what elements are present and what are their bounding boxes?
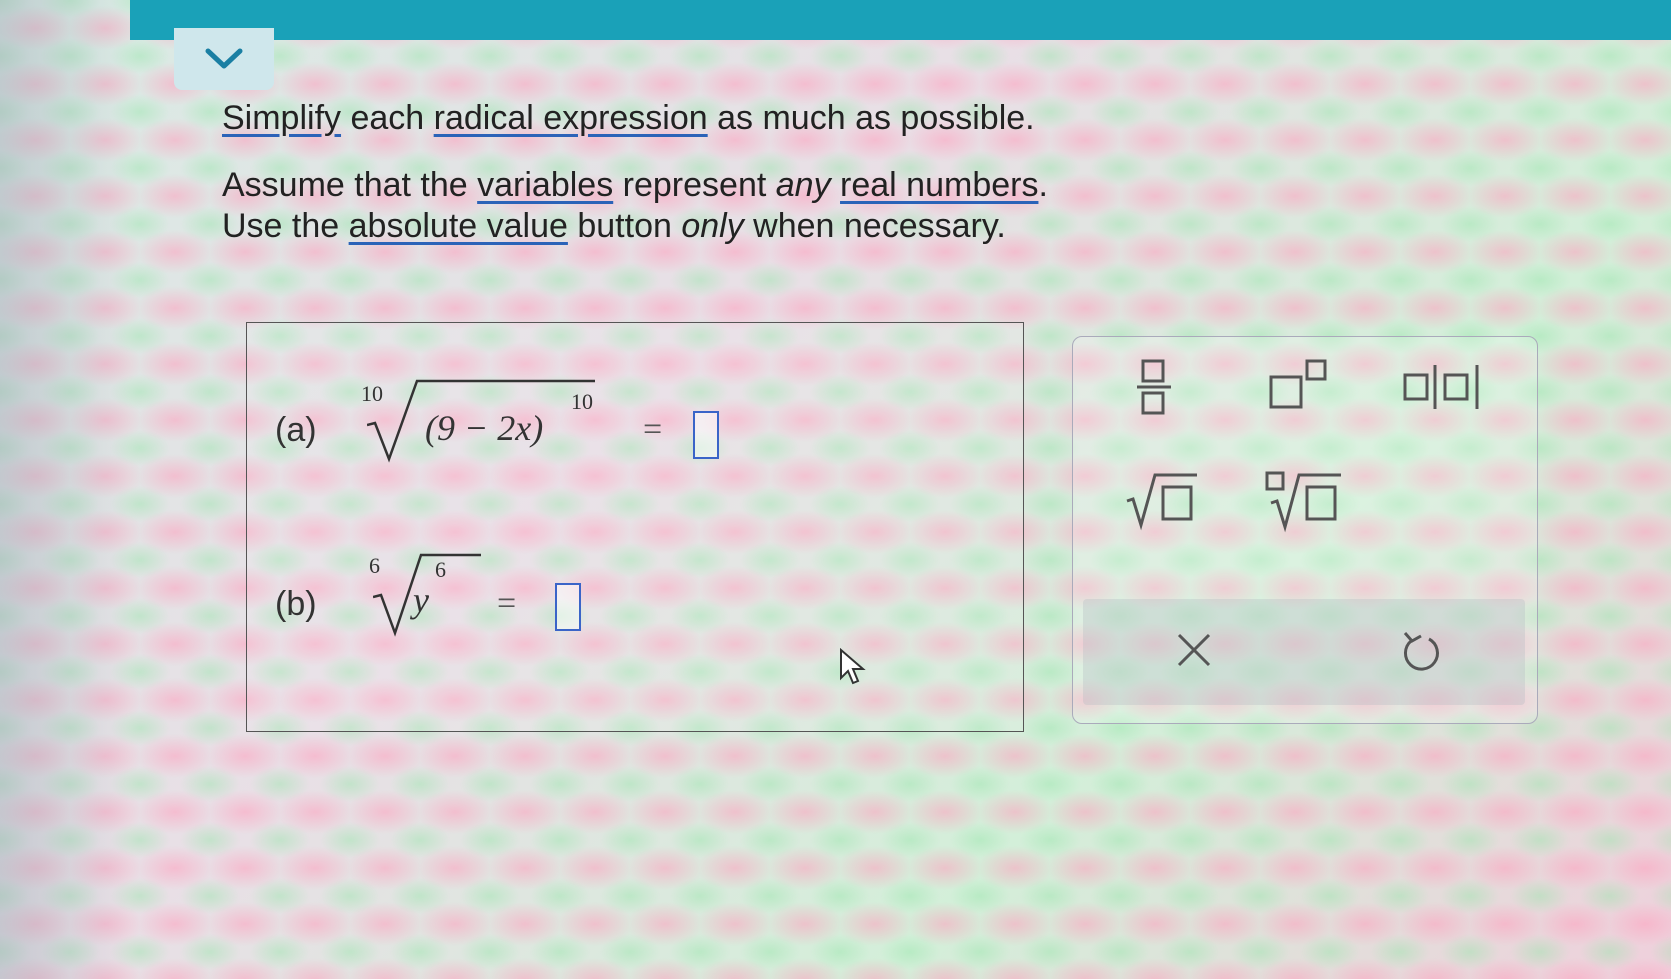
instructions: Simplify each radical expression as much… [222,98,1222,246]
instruction-line-2: Assume that the variables represent any … [222,165,1222,206]
glossary-link-radical-expression[interactable]: radical expression [434,99,708,137]
chevron-down-icon [205,48,243,69]
collapse-button[interactable] [174,28,274,90]
problem-b: (b) 6 y 6 = [275,533,675,643]
clear-icon [1177,633,1211,667]
problem-b-radicand: y [413,580,429,620]
answer-input-a[interactable] [693,411,719,459]
undo-button[interactable] [1395,623,1445,677]
instruction-text: when necessary. [743,206,1006,245]
glossary-link-variables[interactable]: variables [477,166,613,204]
glossary-link-absolute-value[interactable]: absolute value [349,207,568,245]
answer-input-b[interactable] [555,583,581,631]
absolute-value-icon [1403,365,1479,409]
nth-root-button[interactable] [1261,465,1347,535]
instruction-text: represent [613,165,776,204]
square-root-icon [1126,473,1197,531]
instruction-text: Assume that the [222,165,478,204]
glossary-link-simplify[interactable]: Simplify [222,99,341,137]
absolute-value-button[interactable] [1399,359,1499,415]
emphasis-only: only [681,206,744,245]
mouse-cursor-icon [840,648,866,685]
superscript-icon [1269,359,1327,409]
problem-box: (a) 10 (9 − 2x) 10 = (b) 6 y 6 = [246,322,1024,732]
instruction-line-1: Simplify each radical expression as much… [222,98,1222,139]
clear-button[interactable] [1169,625,1219,675]
fraction-button[interactable] [1129,349,1179,421]
instruction-line-3: Use the absolute value button only when … [222,206,1222,247]
problem-a-label: (a) [275,411,317,449]
emphasis-any: any [775,165,831,204]
undo-icon [1403,632,1439,671]
square-root-button[interactable] [1123,467,1203,533]
problem-a-equals: = [643,411,663,448]
math-toolbar [1072,336,1538,724]
problem-b-equals: = [497,585,517,622]
problem-b-exponent: 6 [435,557,446,582]
instruction-text: each [341,99,434,137]
glossary-link-real-numbers[interactable]: real numbers [840,166,1038,204]
instruction-text: . [1038,165,1048,204]
problem-b-label: (b) [275,585,317,623]
superscript-button[interactable] [1265,355,1335,415]
instruction-text [831,166,840,204]
top-bar [130,0,1671,40]
instruction-text: as much as possible. [707,99,1035,137]
problem-a-radicand: (9 − 2x) [425,408,544,448]
instruction-text: Use the [222,206,349,245]
instruction-text: button [567,206,682,245]
nth-root-icon [1265,471,1341,533]
problem-a: (a) 10 (9 − 2x) 10 = [275,363,835,473]
fraction-icon [1137,359,1171,415]
problem-a-exponent: 10 [571,389,593,414]
screen-edge-shadow [0,0,130,979]
toolbar-footer [1083,599,1525,705]
